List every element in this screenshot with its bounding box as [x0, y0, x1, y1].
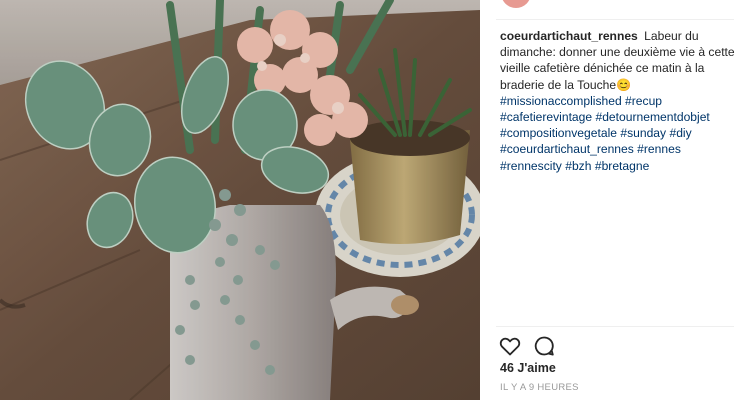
- hashtag-link[interactable]: #recup: [625, 94, 662, 108]
- hashtag-link[interactable]: #detournementdobjet: [595, 110, 709, 124]
- hashtag-link[interactable]: #rennes: [637, 142, 681, 156]
- post-details-panel: coeurdartichaut_rennes Labeur du dimanch…: [480, 0, 750, 400]
- hashtag-link[interactable]: #bretagne: [595, 159, 649, 173]
- post-photo[interactable]: [0, 0, 480, 400]
- caption-username-link[interactable]: coeurdartichaut_rennes: [500, 29, 638, 43]
- post-caption: coeurdartichaut_rennes Labeur du dimanch…: [500, 28, 736, 174]
- likes-count[interactable]: 46 J'aime: [500, 361, 556, 375]
- hashtag-link[interactable]: #cafetierevintage: [500, 110, 592, 124]
- header-divider: [496, 19, 734, 20]
- comment-bubble-icon[interactable]: [532, 334, 556, 358]
- hashtag-link[interactable]: #missionaccomplished: [500, 94, 622, 108]
- action-bar: [498, 334, 556, 358]
- actions-divider: [496, 326, 734, 327]
- plant-coffee-pot-image: [0, 0, 480, 400]
- hashtag-link[interactable]: #compositionvegetale: [500, 126, 617, 140]
- hashtag-list: #missionaccomplished #recup #cafetierevi…: [500, 94, 710, 173]
- hashtag-link[interactable]: #bzh: [565, 159, 591, 173]
- heart-icon[interactable]: [498, 334, 522, 358]
- hashtag-link[interactable]: #rennescity: [500, 159, 562, 173]
- hashtag-link[interactable]: #diy: [669, 126, 691, 140]
- post-timestamp: IL Y A 9 HEURES: [500, 382, 579, 393]
- user-avatar[interactable]: [501, 0, 531, 8]
- hashtag-link[interactable]: #coeurdartichaut_rennes: [500, 142, 634, 156]
- hashtag-link[interactable]: #sunday: [620, 126, 666, 140]
